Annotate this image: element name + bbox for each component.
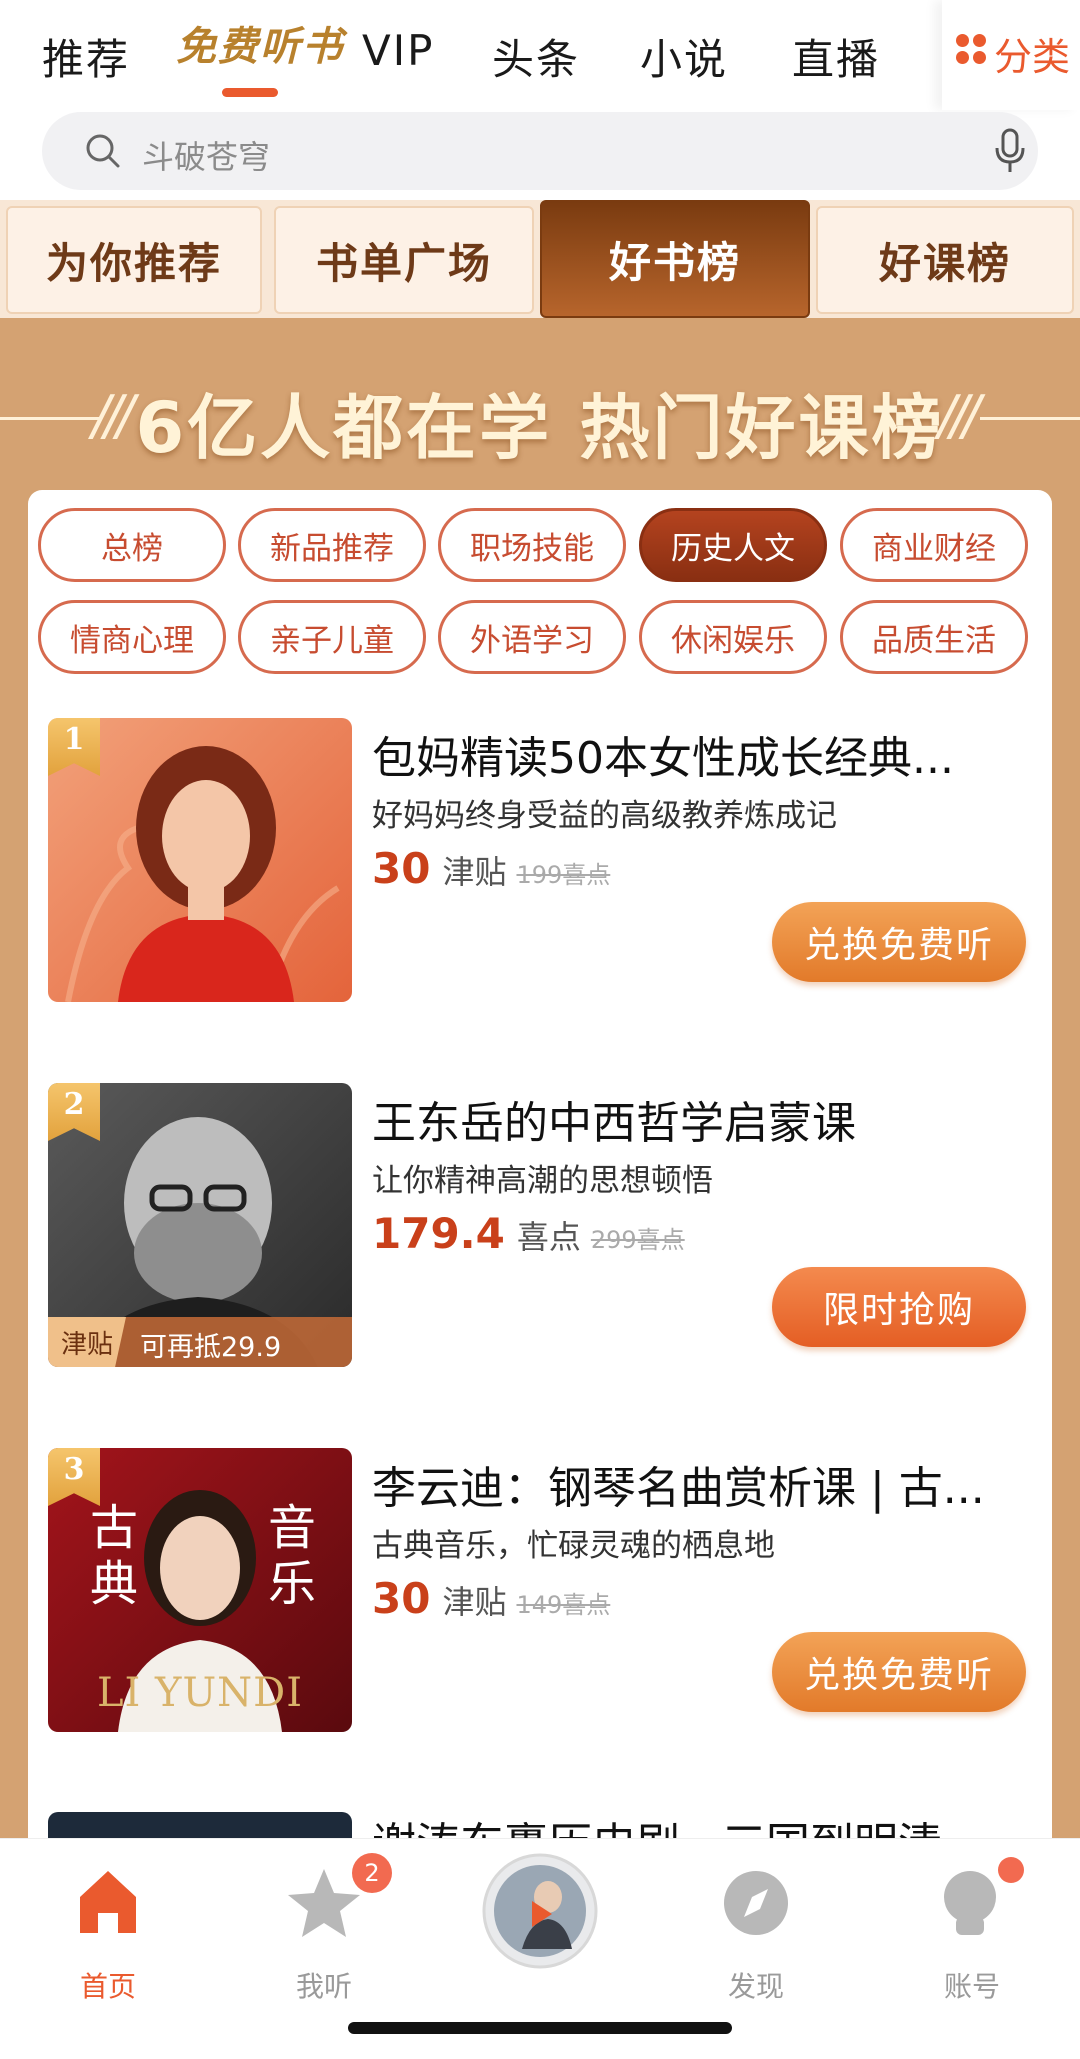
tab-home-label: 首页	[79, 1970, 136, 2003]
list-item[interactable]: 谢涛东裹历史剧...三国到明清	[48, 1812, 1038, 1838]
segment-good-courses[interactable]: 好课榜	[816, 206, 1074, 314]
cover-text-left: 古典	[90, 1500, 139, 1612]
tab-account[interactable]: 账号	[912, 1857, 1032, 2003]
tab-listening-label: 我听	[295, 1970, 352, 2003]
now-playing-icon	[482, 1853, 598, 1969]
home-icon	[80, 1871, 136, 1933]
chip-new[interactable]: 新品推荐	[238, 508, 426, 582]
chip-history[interactable]: 历史人文	[639, 508, 827, 582]
home-indicator	[348, 2022, 732, 2034]
cover-image[interactable]	[48, 1812, 352, 1838]
item-subtitle: 好妈妈终身受益的高级教养炼成记	[372, 798, 837, 834]
tab-vip[interactable]: VIP	[362, 26, 434, 75]
tab-account-label: 账号	[943, 1970, 1000, 2003]
voucher-tag-label: 津贴	[48, 1317, 126, 1367]
chip-business[interactable]: 商业财经	[840, 508, 1028, 582]
tab-discover[interactable]: 发现	[696, 1859, 816, 2003]
item-subtitle: 古典音乐，忙碌灵魂的栖息地	[372, 1528, 775, 1564]
chip-lifestyle[interactable]: 品质生活	[840, 600, 1028, 674]
segment-good-books[interactable]: 好书榜	[540, 200, 810, 318]
cover-name: LI YUNDI	[96, 1670, 304, 1716]
top-nav: 推荐 免费听书 VIP 头条 小说 直播 分类	[0, 0, 1080, 110]
notification-dot	[998, 1857, 1024, 1883]
item-title[interactable]: 谢涛东裹历史剧...三国到明清	[372, 1812, 1032, 1838]
price-unit: 津贴	[442, 853, 507, 891]
price-value: 179.4	[372, 1209, 505, 1258]
notification-badge: 2	[352, 1853, 392, 1893]
original-price: 199喜点	[516, 861, 611, 889]
search-icon	[86, 134, 120, 168]
chip-parenting[interactable]: 亲子儿童	[238, 600, 426, 674]
category-label: 分类	[994, 35, 1071, 79]
compass-icon	[724, 1871, 788, 1935]
cover-image[interactable]: 1	[48, 718, 352, 1002]
segment-booklists[interactable]: 书单广场	[274, 206, 534, 314]
tab-home[interactable]: 首页	[48, 1859, 168, 2003]
tab-recommend[interactable]: 推荐	[42, 26, 130, 87]
category-button[interactable]: 分类	[942, 0, 1080, 110]
redeem-free-button[interactable]: 兑换免费听	[772, 902, 1026, 982]
price-unit: 喜点	[516, 1218, 581, 1256]
price-value: 30	[372, 844, 431, 893]
ranking-banner: /// 6亿人都在学 热门好课榜 ///	[0, 362, 1080, 472]
cover-text-right: 音乐	[268, 1500, 317, 1612]
chip-career[interactable]: 职场技能	[438, 508, 626, 582]
segment-for-you[interactable]: 为你推荐	[6, 206, 262, 314]
price-unit: 津贴	[442, 1583, 507, 1621]
chip-language[interactable]: 外语学习	[438, 600, 626, 674]
list-item[interactable]: 2 津贴 可再抵29.9 王东岳的中西哲学启蒙课 让你精神高潮的思想顿悟 179…	[48, 1083, 1038, 1373]
microphone-icon[interactable]	[994, 128, 1026, 174]
list-item[interactable]: 古典 音乐 LI YUNDI 3 李云迪：钢琴名曲赏析课 | 古... 古典音乐…	[48, 1448, 1038, 1738]
tab-free-audiobook[interactable]: 免费听书	[176, 14, 344, 72]
grid-icon	[956, 34, 986, 64]
tab-discover-label: 发现	[727, 1970, 784, 2003]
item-title[interactable]: 包妈精读50本女性成长经典...	[372, 722, 1032, 786]
original-price: 299喜点	[590, 1226, 685, 1254]
item-subtitle: 让你精神高潮的思想顿悟	[372, 1163, 713, 1199]
tab-novels[interactable]: 小说	[640, 26, 728, 87]
voucher-tag: 津贴 可再抵29.9	[48, 1317, 352, 1367]
tab-listening[interactable]: 2 我听	[264, 1853, 392, 2003]
tab-live[interactable]: 直播	[792, 26, 880, 87]
item-title[interactable]: 王东岳的中西哲学启蒙课	[372, 1087, 1032, 1151]
cover-image[interactable]: 2 津贴 可再抵29.9	[48, 1083, 352, 1367]
item-price: 179.4 喜点 299喜点	[372, 1209, 685, 1258]
chip-overall[interactable]: 总榜	[38, 508, 226, 582]
item-title[interactable]: 李云迪：钢琴名曲赏析课 | 古...	[372, 1452, 1032, 1516]
cover-image[interactable]: 古典 音乐 LI YUNDI 3	[48, 1448, 352, 1732]
banner-title: 6亿人都在学 热门好课榜	[135, 387, 945, 469]
chip-leisure[interactable]: 休闲娱乐	[639, 600, 827, 674]
voucher-tag-value: 可再抵29.9	[140, 1332, 282, 1363]
decor-slashes-right: ///	[938, 384, 981, 447]
tab-player[interactable]	[480, 1851, 600, 1975]
price-value: 30	[372, 1574, 431, 1623]
search-bar[interactable]: 斗破苍穹	[42, 112, 1038, 190]
tab-headlines[interactable]: 头条	[492, 26, 580, 87]
list-item[interactable]: 1 包妈精读50本女性成长经典... 好妈妈终身受益的高级教养炼成记 30 津贴…	[48, 718, 1038, 1008]
redeem-free-button[interactable]: 兑换免费听	[772, 1632, 1026, 1712]
search-placeholder: 斗破苍穹	[142, 138, 271, 176]
item-price: 30 津贴 199喜点	[372, 844, 610, 893]
active-tab-indicator	[222, 88, 278, 97]
original-price: 149喜点	[516, 1591, 611, 1619]
chip-emotional[interactable]: 情商心理	[38, 600, 226, 674]
item-price: 30 津贴 149喜点	[372, 1574, 610, 1623]
flash-sale-button[interactable]: 限时抢购	[772, 1267, 1026, 1347]
